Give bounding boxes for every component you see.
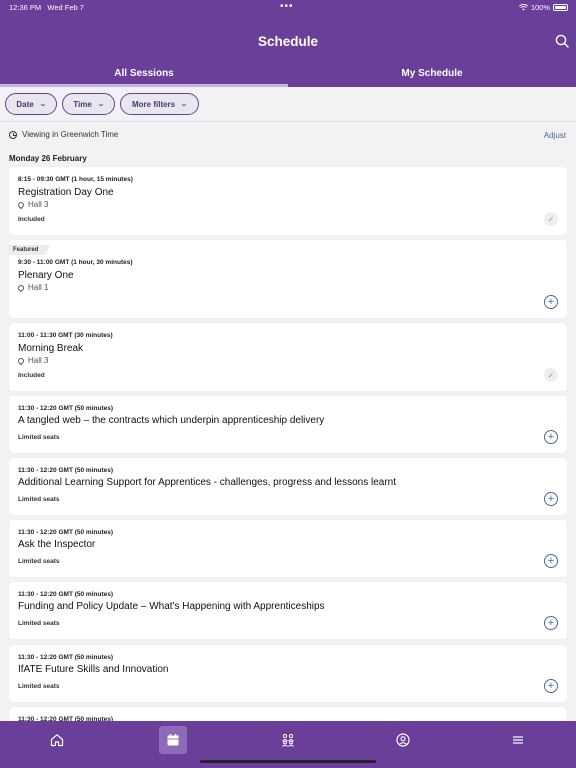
schedule-icon	[167, 734, 179, 746]
search-icon[interactable]	[555, 34, 569, 48]
session-status: Included	[18, 372, 45, 379]
session-title: IfATE Future Skills and Innovation	[18, 664, 169, 675]
tab-all-sessions[interactable]: All Sessions	[0, 64, 288, 87]
people-icon	[282, 733, 294, 747]
nav-schedule[interactable]	[159, 726, 187, 754]
session-card[interactable]: 11:30 - 12:20 GMT (50 minutes) A tangled…	[9, 396, 567, 453]
nav-profile[interactable]	[389, 726, 417, 754]
tab-bar: All Sessions My Schedule	[0, 64, 576, 87]
nav-home[interactable]	[43, 726, 71, 754]
session-time: 11:30 - 12:20 GMT (50 minutes)	[18, 405, 114, 412]
filter-bar: Date ⌄ Time ⌄ More filters ⌄	[0, 87, 576, 122]
session-time: 11:30 - 12:20 GMT (50 minutes)	[18, 654, 114, 661]
clock-icon	[9, 130, 17, 139]
session-location: Hall 1	[16, 283, 48, 292]
location-pin-icon	[16, 356, 26, 365]
add-to-schedule-button[interactable]: +	[544, 430, 558, 444]
location-pin-icon	[16, 200, 26, 209]
session-card[interactable]: 11:30 - 12:20 GMT (50 minutes) Funding a…	[9, 582, 567, 639]
chevron-down-icon: ⌄	[38, 101, 47, 108]
session-status: Limited seats	[18, 558, 60, 565]
bottom-nav	[0, 721, 576, 768]
session-location: Hall 3	[16, 356, 48, 365]
date-filter-button[interactable]: Date ⌄	[5, 93, 57, 115]
status-bar: 12:36 PM Wed Feb 7 ••• 100%	[0, 0, 576, 16]
home-indicator[interactable]	[200, 760, 376, 763]
session-status: Limited seats	[18, 496, 60, 503]
session-card[interactable]: 11:30 - 12:20 GMT (50 minutes) Ask the I…	[9, 520, 567, 577]
timezone-label: Viewing in Greenwich Time	[22, 130, 119, 139]
session-title: Additional Learning Support for Apprenti…	[18, 477, 397, 488]
add-to-schedule-button[interactable]: +	[544, 492, 558, 506]
wifi-icon	[518, 4, 528, 11]
session-status: Limited seats	[18, 620, 60, 627]
day-heading: Monday 26 February	[9, 154, 87, 163]
multitasking-dots-icon[interactable]: •••	[280, 1, 294, 12]
time-filter-button[interactable]: Time ⌄	[62, 93, 115, 115]
more-filters-button[interactable]: More filters ⌄	[120, 93, 199, 115]
included-check-icon: ✓	[544, 368, 558, 382]
session-location: Hall 3	[16, 200, 48, 209]
session-card[interactable]: 8:15 - 09:30 GMT (1 hour, 15 minutes) Re…	[9, 167, 567, 235]
profile-icon	[396, 733, 410, 747]
location-pin-icon	[16, 283, 26, 292]
session-status: Limited seats	[18, 683, 60, 690]
session-time: 8:15 - 09:30 GMT (1 hour, 15 minutes)	[18, 176, 133, 183]
session-time: 11:30 - 12:20 GMT (50 minutes)	[18, 591, 114, 598]
session-card[interactable]: Featured 9:30 - 11:00 GMT (1 hour, 30 mi…	[9, 240, 567, 318]
page-title: Schedule	[257, 34, 319, 49]
home-icon	[50, 734, 64, 747]
add-to-schedule-button[interactable]: +	[544, 679, 558, 693]
featured-badge: Featured	[9, 245, 51, 255]
session-title: Morning Break	[18, 343, 84, 354]
chevron-down-icon: ⌄	[179, 101, 189, 108]
session-status: Included	[18, 216, 45, 223]
add-to-schedule-button[interactable]: +	[544, 554, 558, 568]
included-check-icon: ✓	[544, 212, 558, 226]
menu-icon	[513, 736, 523, 744]
more-filters-label: More filters	[132, 99, 176, 109]
app-header: Schedule All Sessions My Schedule	[0, 16, 576, 87]
nav-menu[interactable]	[504, 726, 532, 754]
session-status: Limited seats	[18, 434, 60, 441]
session-card[interactable]: 11:30 - 12:20 GMT (50 minutes) Additiona…	[9, 458, 567, 515]
time-filter-label: Time	[73, 99, 92, 109]
session-card[interactable]: 11:00 - 11:30 GMT (30 minutes) Morning B…	[9, 323, 567, 391]
battery-icon	[553, 4, 568, 11]
session-time: 9:30 - 11:00 GMT (1 hour, 30 minutes)	[18, 259, 133, 266]
nav-people[interactable]	[274, 726, 302, 754]
session-title: Registration Day One	[18, 187, 114, 198]
session-title: A tangled web – the contracts which unde…	[18, 415, 325, 426]
session-time: 11:00 - 11:30 GMT (30 minutes)	[18, 332, 113, 339]
session-card[interactable]: 11:30 - 12:20 GMT (50 minutes) IfATE Fut…	[9, 645, 567, 702]
tab-my-schedule[interactable]: My Schedule	[288, 64, 576, 87]
session-title: Funding and Policy Update – What's Happe…	[18, 601, 325, 612]
session-time: 11:30 - 12:20 GMT (50 minutes)	[18, 467, 114, 474]
add-to-schedule-button[interactable]: +	[544, 616, 558, 630]
timezone-info: Viewing in Greenwich Time	[9, 130, 118, 139]
chevron-down-icon: ⌄	[96, 101, 105, 108]
battery-percent: 100%	[530, 3, 550, 12]
status-indicators: 100%	[518, 3, 568, 12]
session-title: Plenary One	[18, 270, 74, 281]
session-time: 11:30 - 12:20 GMT (50 minutes)	[18, 529, 114, 536]
adjust-timezone-link[interactable]: Adjust	[544, 131, 566, 140]
date-filter-label: Date	[16, 99, 34, 109]
add-to-schedule-button[interactable]: +	[544, 295, 558, 309]
status-time-date: 12:36 PM Wed Feb 7	[9, 3, 84, 12]
session-title: Ask the Inspector	[18, 539, 96, 550]
